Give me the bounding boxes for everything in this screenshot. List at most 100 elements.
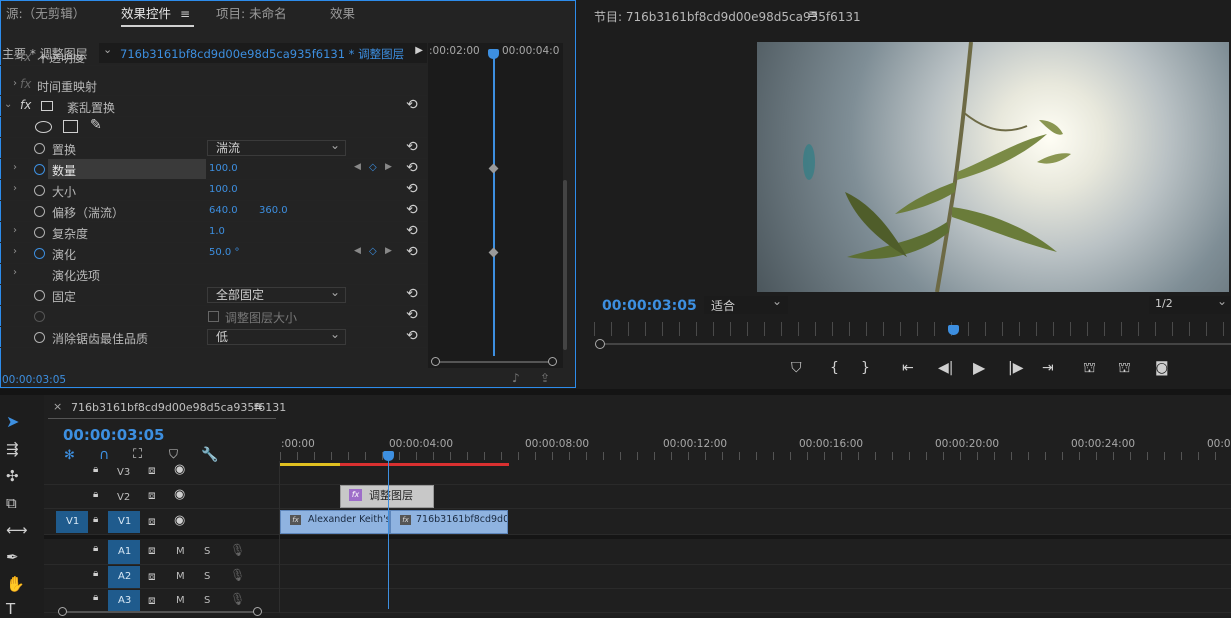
add-keyframe-icon[interactable]: ◇ bbox=[369, 246, 377, 257]
row-size[interactable]: › 大小 100.0 ⟲ bbox=[0, 180, 427, 201]
reset-icon[interactable]: ⟲ bbox=[406, 223, 418, 239]
program-timecode[interactable]: 00:00:03:05 bbox=[602, 298, 697, 314]
sync-lock-icon[interactable]: ⧈ bbox=[148, 514, 156, 529]
reset-icon[interactable]: ⟲ bbox=[406, 286, 418, 302]
amount-value[interactable]: 100.0 bbox=[209, 163, 238, 174]
row-evolution[interactable]: › 演化 50.0 ° ◀ ◇ ▶ ⟲ bbox=[0, 243, 427, 264]
reset-icon[interactable]: ⟲ bbox=[406, 139, 418, 155]
step-back-icon[interactable]: ◀| bbox=[938, 360, 953, 376]
resolution-dropdown[interactable]: 1/2 ⌄ bbox=[1149, 294, 1231, 314]
clip-716b3161[interactable]: fx 716b3161bf8cd9d00e98 bbox=[390, 510, 508, 534]
reset-icon[interactable]: ⟲ bbox=[406, 202, 418, 218]
ellipse-mask-icon[interactable] bbox=[35, 121, 52, 133]
microphone-icon[interactable]: 🎙︎ bbox=[230, 568, 245, 582]
audio-icon[interactable]: ♪ bbox=[512, 371, 520, 385]
row-amount[interactable]: › 数量 100.0 ◀ ◇ ▶ ⟲ bbox=[0, 159, 427, 180]
timeline-zoom-bar[interactable] bbox=[62, 611, 258, 613]
selection-tool-icon[interactable]: ➤ bbox=[6, 412, 19, 431]
zoom-handle-right[interactable] bbox=[253, 607, 262, 616]
mini-playhead[interactable] bbox=[493, 50, 495, 356]
stopwatch-icon[interactable] bbox=[34, 206, 45, 217]
hand-icon[interactable]: ✋ bbox=[6, 575, 25, 593]
monitor-time-ruler[interactable] bbox=[594, 322, 1231, 336]
track-select-icon[interactable]: ⇶ bbox=[6, 440, 19, 458]
add-keyframe-icon[interactable]: ◇ bbox=[369, 162, 377, 173]
go-to-out-icon[interactable]: ⇥ bbox=[1042, 360, 1054, 376]
stopwatch-icon[interactable] bbox=[34, 290, 45, 301]
chevron-right-icon[interactable]: › bbox=[13, 54, 17, 60]
pen-mask-icon[interactable]: ✎ bbox=[90, 117, 102, 133]
sync-lock-icon[interactable]: ⧈ bbox=[148, 488, 156, 503]
export-icon[interactable]: ⇪ bbox=[540, 371, 550, 385]
rectangle-mask-icon[interactable] bbox=[63, 120, 78, 133]
evolution-value[interactable]: 50.0 ° bbox=[209, 247, 239, 258]
stopwatch-icon[interactable] bbox=[34, 248, 45, 259]
row-pinning[interactable]: 固定 全部固定 ⟲ bbox=[0, 285, 427, 306]
size-value[interactable]: 100.0 bbox=[209, 184, 238, 195]
add-marker-icon[interactable]: ⛉ bbox=[169, 447, 178, 462]
zoom-handle-left[interactable] bbox=[58, 607, 67, 616]
mute-button[interactable]: M bbox=[176, 571, 185, 582]
lift-icon[interactable]: ⛫ bbox=[1083, 360, 1096, 378]
row-resize-layer[interactable]: 调整图层大小 ⟲ bbox=[0, 306, 427, 327]
razor-icon[interactable]: ⧉ bbox=[6, 494, 17, 512]
lock-icon[interactable]: 🔒︎ bbox=[93, 514, 98, 525]
fx-badge[interactable]: fx bbox=[20, 54, 31, 64]
mark-out-icon[interactable]: } bbox=[861, 360, 870, 376]
sync-lock-icon[interactable]: ⧈ bbox=[148, 569, 156, 584]
lock-icon[interactable]: 🔒︎ bbox=[93, 568, 98, 579]
next-keyframe-icon[interactable]: ▶ bbox=[385, 246, 392, 256]
tab-source[interactable]: 源:（无剪辑） bbox=[6, 0, 85, 30]
reset-icon[interactable]: ⟲ bbox=[406, 328, 418, 344]
ripple-edit-icon[interactable]: ✣ bbox=[6, 467, 19, 485]
mark-in-icon[interactable]: { bbox=[830, 360, 839, 376]
menu-icon[interactable]: ≡ bbox=[808, 7, 818, 21]
microphone-icon[interactable]: 🎙︎ bbox=[230, 592, 245, 606]
close-icon[interactable]: × bbox=[53, 400, 62, 413]
prev-keyframe-icon[interactable]: ◀ bbox=[354, 162, 361, 172]
next-keyframe-icon[interactable]: ▶ bbox=[385, 162, 392, 172]
row-offset[interactable]: 偏移（湍流） 640.0 360.0 ⟲ bbox=[0, 201, 427, 222]
stopwatch-icon[interactable] bbox=[34, 332, 45, 343]
pinning-dropdown[interactable]: 全部固定 bbox=[207, 285, 346, 303]
tab-project[interactable]: 项目: 未命名 bbox=[216, 0, 287, 30]
chevron-right-icon[interactable]: › bbox=[13, 225, 17, 236]
chevron-down-icon[interactable]: ⌄ bbox=[4, 99, 12, 110]
step-forward-icon[interactable]: |▶ bbox=[1008, 360, 1023, 376]
track-v3[interactable] bbox=[44, 461, 1231, 485]
stopwatch-icon[interactable] bbox=[34, 185, 45, 196]
video-frame[interactable] bbox=[757, 42, 1229, 292]
lock-icon[interactable]: 🔒︎ bbox=[93, 489, 98, 500]
camera-icon[interactable]: ◙ bbox=[1155, 360, 1169, 376]
zoom-handle-right[interactable] bbox=[548, 357, 557, 366]
zoom-handle-left[interactable] bbox=[431, 357, 440, 366]
track-a1[interactable] bbox=[44, 539, 1231, 565]
fx-badge[interactable]: fx bbox=[20, 98, 31, 112]
reset-icon[interactable]: ⟲ bbox=[406, 181, 418, 197]
lock-icon[interactable]: 🔒︎ bbox=[93, 464, 98, 475]
fit-dropdown[interactable]: 适合 ⌄ bbox=[704, 294, 788, 314]
row-antialias[interactable]: 消除锯齿最佳品质 低 ⟲ bbox=[0, 327, 427, 348]
mute-button[interactable]: M bbox=[176, 546, 185, 557]
effect-timecode[interactable]: 00:00:03:05 bbox=[2, 374, 66, 386]
track-v2[interactable] bbox=[44, 485, 1231, 509]
eye-icon[interactable]: ◉ bbox=[174, 462, 185, 477]
monitor-playhead[interactable] bbox=[948, 325, 959, 335]
panel-scrollbar[interactable] bbox=[563, 180, 567, 350]
pen-icon[interactable]: ✒ bbox=[6, 548, 19, 566]
stopwatch-icon[interactable] bbox=[34, 164, 45, 175]
monitor-zoom-handle[interactable] bbox=[595, 339, 605, 349]
offset-y-value[interactable]: 360.0 bbox=[259, 205, 288, 216]
track-v1[interactable] bbox=[44, 509, 1231, 535]
antialias-dropdown[interactable]: 低 bbox=[207, 327, 346, 345]
chevron-right-icon[interactable]: › bbox=[13, 246, 17, 257]
row-opacity[interactable]: › fx 不透明度 bbox=[0, 54, 427, 66]
tab-effects[interactable]: 效果 bbox=[330, 0, 355, 30]
chevron-right-icon[interactable]: › bbox=[13, 78, 17, 89]
mute-button[interactable]: M bbox=[176, 595, 185, 606]
chevron-right-icon[interactable]: › bbox=[13, 183, 17, 194]
resize-layer-checkbox[interactable] bbox=[208, 311, 219, 322]
row-complexity[interactable]: › 复杂度 1.0 ⟲ bbox=[0, 222, 427, 243]
reset-icon[interactable]: ⟲ bbox=[406, 244, 418, 260]
menu-icon[interactable]: ≡ bbox=[180, 7, 190, 21]
